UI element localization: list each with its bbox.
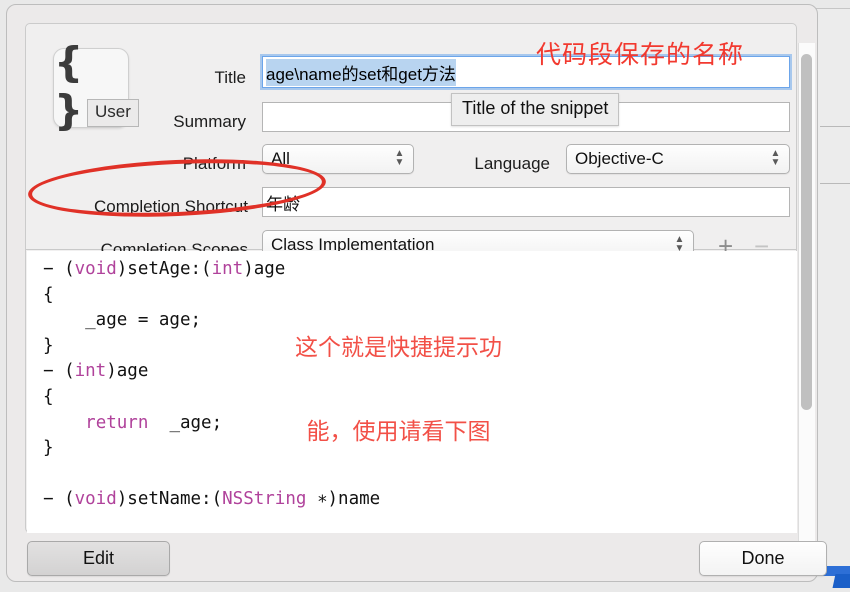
- snippet-editor-popover: { } User Title age\name的set和get方法 Summar…: [6, 4, 827, 582]
- completion-shortcut-input[interactable]: 年龄: [262, 187, 790, 217]
- title-input[interactable]: age\name的set和get方法: [260, 54, 792, 90]
- chevron-updown-icon: ▲ ▼: [770, 148, 781, 168]
- language-select[interactable]: Objective-C ▲ ▼: [566, 144, 790, 174]
- background-window-divider: [820, 183, 850, 184]
- code-line: _age = age;: [43, 310, 202, 331]
- language-label: Language: [474, 154, 550, 173]
- done-button[interactable]: Done: [699, 541, 827, 576]
- vertical-scrollbar-thumb[interactable]: [801, 54, 812, 410]
- code-line: {: [43, 284, 54, 305]
- edit-button[interactable]: Edit: [27, 541, 170, 576]
- code-line: − (void)setAge:(int)age: [43, 259, 286, 279]
- chevron-updown-icon: ▲ ▼: [394, 148, 405, 168]
- code-line: − (void)setName:(NSString ∗)name: [43, 489, 381, 510]
- title-tooltip: Title of the snippet: [451, 93, 620, 126]
- background-window-divider: [820, 126, 850, 127]
- title-input-value: age\name的set和get方法: [266, 58, 456, 86]
- code-line: return _age;: [85, 412, 223, 433]
- background-blue-accent: [832, 574, 850, 588]
- code-line: }: [43, 438, 54, 459]
- code-line: }: [43, 335, 54, 356]
- title-label: Title: [214, 68, 247, 87]
- user-badge: User: [87, 99, 139, 127]
- snippet-code-text: − (void)setAge:(int)age { _age = age;} − (…: [43, 257, 380, 513]
- code-line: − (int)age: [43, 361, 149, 382]
- summary-label: Summary: [173, 112, 246, 131]
- language-select-value: Objective-C: [575, 149, 664, 168]
- snippet-code-editor[interactable]: − (void)setAge:(int)age { _age = age;} − (…: [27, 251, 797, 533]
- code-line: {: [43, 386, 54, 407]
- snippet-editor-panel: { } User Title age\name的set和get方法 Summar…: [25, 23, 815, 553]
